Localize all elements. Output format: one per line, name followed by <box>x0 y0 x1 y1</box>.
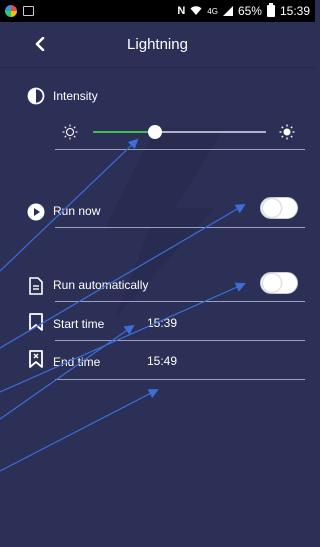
gallery-notification-icon <box>23 6 34 16</box>
divider <box>55 149 305 150</box>
intensity-slider-thumb[interactable] <box>148 125 162 139</box>
contrast-icon <box>27 87 45 105</box>
start-time-value[interactable]: 15:39 <box>147 316 177 330</box>
page-title: Lightning <box>127 36 188 53</box>
run-automatically-toggle-knob <box>263 274 281 292</box>
run-now-toggle[interactable] <box>260 197 298 219</box>
intensity-slider-track[interactable] <box>154 131 266 133</box>
divider <box>55 379 305 380</box>
start-time-label: Start time <box>53 317 105 331</box>
end-time-label: End time <box>53 355 101 369</box>
intensity-slider-fill <box>93 131 153 133</box>
run-now-label: Run now <box>53 204 101 218</box>
intensity-label: Intensity <box>53 89 98 103</box>
play-icon <box>27 203 45 221</box>
battery-icon <box>266 3 275 17</box>
run-now-toggle-knob <box>263 199 281 217</box>
app-notification-icon <box>5 5 17 17</box>
run-automatically-label: Run automatically <box>53 278 149 292</box>
brightness-high-icon <box>279 124 295 140</box>
battery-percentage: 65% <box>237 4 262 18</box>
annotation-arrow-end-time <box>0 389 159 472</box>
divider <box>55 227 305 228</box>
divider <box>55 340 305 341</box>
status-bar: N 4G 65% 15:39 <box>0 0 315 22</box>
bookmark-x-icon <box>29 350 43 368</box>
document-icon <box>29 277 43 295</box>
brightness-low-icon <box>62 124 78 140</box>
run-automatically-toggle[interactable] <box>260 272 298 294</box>
signal-icon <box>222 6 233 16</box>
divider <box>55 301 305 302</box>
network-type: 4G <box>207 6 218 16</box>
end-time-value[interactable]: 15:49 <box>147 354 177 368</box>
wifi-icon <box>190 6 202 15</box>
nfc-icon: N <box>177 5 186 17</box>
clock: 15:39 <box>279 4 310 18</box>
app-bar: Lightning <box>0 22 315 68</box>
bookmark-icon <box>29 313 43 331</box>
